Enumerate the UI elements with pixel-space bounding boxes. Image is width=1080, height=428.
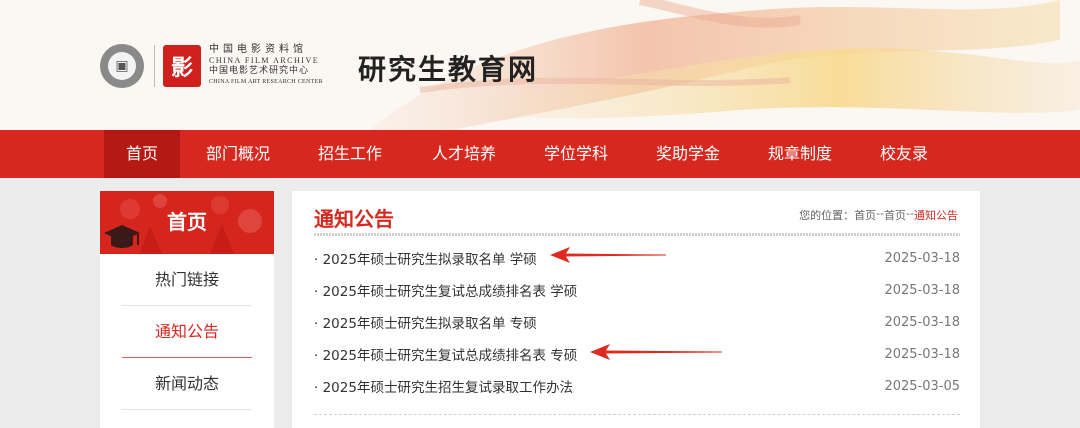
list-item: · 2025年硕士研究生拟录取名单 专硕 2025-03-18 [314,306,960,338]
nav-item-department[interactable]: 部门概况 [180,130,296,178]
list-bullet: · [314,316,319,332]
breadcrumb-separator: -- [906,207,914,220]
center-name-cn: 中国电影艺术研究中心 [209,66,310,76]
annotation-arrow-icon [550,247,666,263]
archive-name-en: CHINA FILM ARCHIVE [209,56,320,65]
title-divider [314,233,960,236]
site-header: ▣ 影 中国电影资料馆 CHINA FILM ARCHIVE 中国电影艺术研究中… [0,0,1080,130]
notice-date: 2025-03-18 [884,282,960,298]
archive-name-block: 中国电影资料馆 CHINA FILM ARCHIVE 中国电影艺术研究中心 CH… [209,44,323,88]
main-content: 通知公告 您的位置： 首页 -- 首页 -- 通知公告 · 2025年硕士研究生… [292,191,980,428]
annotation-arrow-icon [590,344,722,360]
breadcrumb-separator: -- [876,207,885,220]
breadcrumb: 您的位置： 首页 -- 首页 -- 通知公告 [799,207,958,223]
list-bullet: · [314,252,319,268]
notice-date: 2025-03-18 [884,346,960,362]
list-bullet: · [314,380,319,396]
site-title: 研究生教育网 [358,53,539,86]
red-logo-glyph: 影 [170,56,193,81]
sidebar: 首页 热门链接 通知公告 新闻动态 [100,191,274,428]
main-nav-items: 首页 部门概况 招生工作 人才培养 学位学科 奖助学金 规章制度 校友录 [104,130,956,178]
notice-date: 2025-03-05 [884,378,960,394]
sidebar-item-news[interactable]: 新闻动态 [100,358,274,410]
center-name-en: CHINA FILM ART RESEARCH CENTER [209,79,323,85]
nav-item-alumni[interactable]: 校友录 [852,130,956,178]
notice-link[interactable]: · 2025年硕士研究生招生复试录取工作办法 [314,376,573,396]
page-title: 通知公告 [314,207,394,231]
notice-title: 2025年硕士研究生拟录取名单 专硕 [322,316,537,332]
notice-title: 2025年硕士研究生拟录取名单 学硕 [322,252,537,268]
sidebar-title: 首页 [167,210,207,234]
list-bullet: · [314,284,319,300]
nav-item-degrees[interactable]: 学位学科 [524,130,628,178]
list-item: · 2025年硕士研究生招生复试录取工作办法 2025-03-05 [314,370,960,402]
nav-item-home[interactable]: 首页 [104,130,180,178]
nav-item-scholarships[interactable]: 奖助学金 [628,130,748,178]
notice-link[interactable]: · 2025年硕士研究生复试总成绩排名表 学硕 [314,280,577,300]
notice-link[interactable]: · 2025年硕士研究生拟录取名单 专硕 [314,312,537,332]
list-item: · 2025年硕士研究生复试总成绩排名表 学硕 2025-03-18 [314,274,960,306]
archive-name-cn: 中国电影资料馆 [209,44,307,55]
notice-link[interactable]: · 2025年硕士研究生拟录取名单 学硕 [314,248,537,268]
logo-divider [154,45,155,87]
nav-item-admissions[interactable]: 招生工作 [296,130,404,178]
notice-title: 2025年硕士研究生复试总成绩排名表 专硕 [322,348,578,364]
list-bullet: · [314,348,319,364]
nav-item-training[interactable]: 人才培养 [404,130,524,178]
breadcrumb-prefix: 您的位置： [799,209,855,222]
notice-link[interactable]: · 2025年硕士研究生复试总成绩排名表 专硕 [314,344,577,364]
header-logos: ▣ 影 中国电影资料馆 CHINA FILM ARCHIVE 中国电影艺术研究中… [100,42,323,90]
list-bottom-divider [314,414,960,415]
breadcrumb-parent-link[interactable]: 首页 [884,207,906,223]
notice-date: 2025-03-18 [884,250,960,266]
film-archive-red-logo: 影 [163,45,201,87]
breadcrumb-home-link[interactable]: 首页 [854,207,876,223]
sidebar-item-label: 热门链接 [154,270,219,289]
notice-date: 2025-03-18 [884,314,960,330]
nav-item-regulations[interactable]: 规章制度 [748,130,852,178]
notice-list: · 2025年硕士研究生拟录取名单 学硕 2025-03-18 · 2025年硕… [314,242,960,402]
seal-glyph-icon: ▣ [108,52,136,80]
sidebar-item-divider [122,409,252,410]
sidebar-item-hot-links[interactable]: 热门链接 [100,254,274,306]
main-nav: 首页 部门概况 招生工作 人才培养 学位学科 奖助学金 规章制度 校友录 [0,130,1080,178]
notice-title: 2025年硕士研究生招生复试录取工作办法 [322,380,573,396]
notice-title: 2025年硕士研究生复试总成绩排名表 学硕 [322,284,578,300]
sidebar-item-notices[interactable]: 通知公告 [100,306,274,358]
sidebar-item-label: 通知公告 [154,322,219,341]
sidebar-item-label: 新闻动态 [154,374,219,393]
archive-seal-logo: ▣ [100,44,144,88]
sidebar-header: 首页 [100,191,274,254]
breadcrumb-current: 通知公告 [914,209,958,222]
